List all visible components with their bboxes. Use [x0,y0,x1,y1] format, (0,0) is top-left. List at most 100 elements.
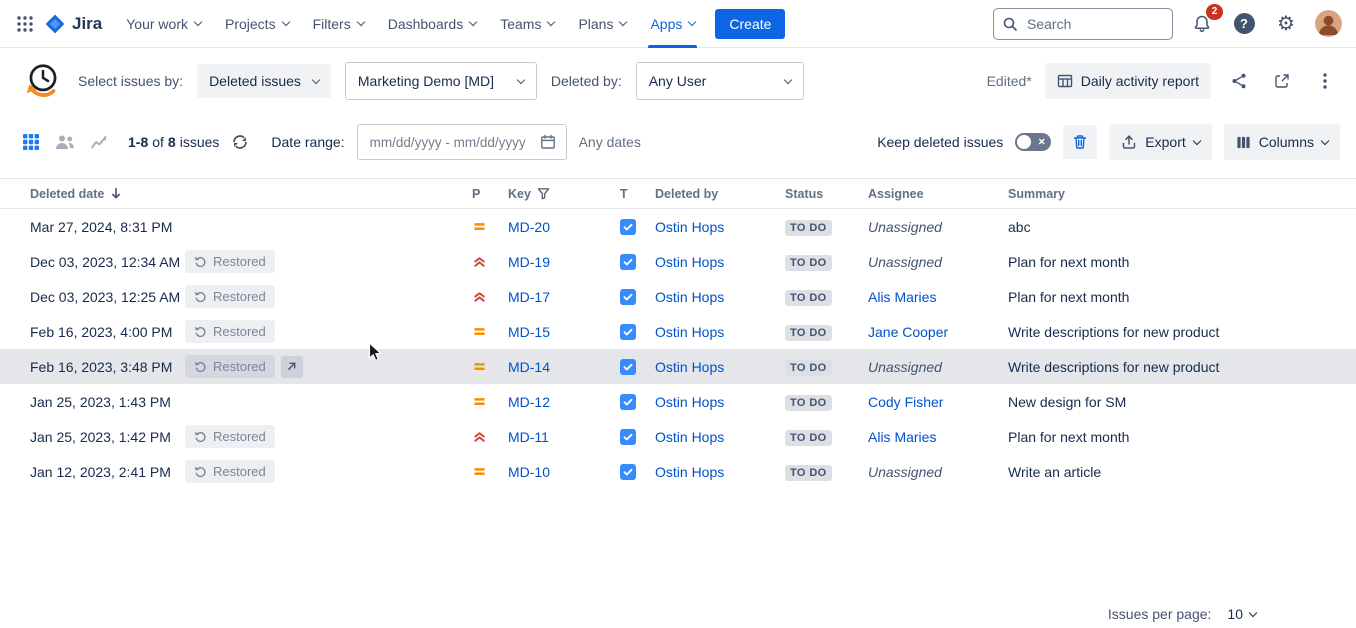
view-switcher [22,133,108,151]
create-button[interactable]: Create [715,9,785,39]
restored-label: Restored [213,324,266,339]
deleted-by-link[interactable]: Ostin Hops [655,324,724,340]
calendar-icon[interactable] [540,134,556,150]
deleted-by-link[interactable]: Ostin Hops [655,219,724,235]
nav-item-your-work[interactable]: Your work [114,0,213,48]
task-type-icon [620,324,655,340]
notifications-button[interactable]: 2 [1189,11,1215,37]
date-range-input[interactable] [368,134,532,151]
assignee[interactable]: Alis Maries [868,289,936,305]
status-cell: TO DO [785,393,868,411]
chevron-down-icon [356,18,364,26]
select-issues-by-label: Select issues by: [78,73,183,89]
table-row[interactable]: Feb 16, 2023, 3:48 PM Restored MD-14 [0,349,1356,384]
deleted-date-cell: Mar 27, 2024, 8:31 PM [30,219,472,235]
table-row[interactable]: Mar 27, 2024, 8:31 PM MD-20 Ostin Hops T… [0,209,1356,244]
gear-icon [1277,14,1295,34]
assignee[interactable]: Cody Fisher [868,394,943,410]
nav-item-plans[interactable]: Plans [566,0,638,48]
issue-key-link[interactable]: MD-17 [508,289,550,305]
search-input[interactable] [1025,15,1164,33]
jira-logo[interactable]: Jira [40,13,114,35]
open-in-button[interactable] [1267,66,1297,96]
column-header-key: Key [508,187,620,201]
table-row[interactable]: Jan 25, 2023, 1:43 PM MD-12 Ostin Hops T… [0,384,1356,419]
restored-badge: Restored [185,250,275,273]
table-row[interactable]: Jan 25, 2023, 1:42 PM Restored MD-11 [0,419,1356,454]
deleted-by-cell: Ostin Hops [655,429,785,445]
table-row[interactable]: Dec 03, 2023, 12:34 AM Restored MD-19 [0,244,1356,279]
nav-item-projects[interactable]: Projects [213,0,301,48]
open-issue-button[interactable] [281,356,303,378]
grid-view-icon[interactable] [22,133,40,151]
refresh-icon[interactable] [231,133,249,151]
restored-label: Restored [213,254,266,269]
task-type-icon [620,394,655,410]
delete-selected-button[interactable] [1063,125,1097,159]
status-cell: TO DO [785,288,868,306]
issue-key-link[interactable]: MD-11 [508,429,549,445]
filter-funnel-icon[interactable] [537,187,550,200]
deleted-date-text: Jan 25, 2023, 1:42 PM [30,429,185,445]
users-view-icon[interactable] [55,133,75,151]
key-cell: MD-19 [508,254,620,270]
status-badge: TO DO [785,255,832,271]
jira-logo-text: Jira [72,14,102,34]
more-actions-button[interactable] [1310,66,1340,96]
deleted-by-link[interactable]: Ostin Hops [655,429,724,445]
issue-key-link[interactable]: MD-20 [508,219,550,235]
assignee[interactable]: Jane Cooper [868,324,948,340]
nav-item-teams[interactable]: Teams [488,0,566,48]
export-button[interactable]: Export [1109,124,1211,160]
status-badge: TO DO [785,430,832,446]
key-cell: MD-20 [508,219,620,235]
project-dropdown[interactable]: Marketing Demo [MD] [345,62,537,100]
deleted-by-link[interactable]: Ostin Hops [655,359,724,375]
deleted-by-link[interactable]: Ostin Hops [655,464,724,480]
column-header-deleted-date[interactable]: Deleted date [30,187,472,201]
issues-per-page-label: Issues per page: [1108,606,1212,622]
top-navigation: Jira Your work Projects Filters Dashboar… [0,0,1356,48]
issue-key-link[interactable]: MD-19 [508,254,550,270]
assignee[interactable]: Alis Maries [868,429,936,445]
chart-view-icon[interactable] [90,133,108,151]
deleted-by-dropdown[interactable]: Any User [636,62,804,100]
deleted-by-cell: Ostin Hops [655,359,785,375]
issue-key-link[interactable]: MD-12 [508,394,550,410]
task-type-icon [620,289,655,305]
restored-badge: Restored [185,285,275,308]
columns-button[interactable]: Columns [1224,124,1340,160]
priority-medium-icon [472,464,508,479]
summary-cell: New design for SM [1008,394,1356,410]
settings-button[interactable] [1273,11,1299,37]
summary-cell: Write descriptions for new product [1008,359,1356,375]
deleted-by-link[interactable]: Ostin Hops [655,394,724,410]
table-row[interactable]: Jan 12, 2023, 2:41 PM Restored MD-10 [0,454,1356,489]
task-type-icon [620,219,655,235]
share-button[interactable] [1224,66,1254,96]
keep-deleted-issues-toggle[interactable] [1015,133,1051,151]
issue-key-link[interactable]: MD-15 [508,324,550,340]
date-range-field[interactable] [357,124,567,160]
issue-key-link[interactable]: MD-14 [508,359,550,375]
nav-item-apps[interactable]: Apps [638,0,707,48]
global-search[interactable] [993,8,1173,40]
summary-cell: Write descriptions for new product [1008,324,1356,340]
issues-per-page-dropdown[interactable]: 10 [1221,602,1262,626]
notification-badge: 2 [1206,4,1223,20]
daily-activity-report-button[interactable]: Daily activity report [1045,63,1211,99]
issue-key-link[interactable]: MD-10 [508,464,550,480]
help-button[interactable] [1231,11,1257,37]
table-row[interactable]: Feb 16, 2023, 4:00 PM Restored MD-15 [0,314,1356,349]
deleted-by-link[interactable]: Ostin Hops [655,254,724,270]
nav-item-filters[interactable]: Filters [301,0,376,48]
deleted-by-link[interactable]: Ostin Hops [655,289,724,305]
priority-medium-icon [472,324,508,339]
issue-source-dropdown[interactable]: Deleted issues [197,64,331,98]
app-switcher-icon[interactable] [10,9,40,39]
nav-item-dashboards[interactable]: Dashboards [376,0,489,48]
priority-cell [472,464,508,479]
key-cell: MD-11 [508,429,620,445]
table-row[interactable]: Dec 03, 2023, 12:25 AM Restored MD-17 [0,279,1356,314]
user-avatar[interactable] [1315,10,1342,37]
